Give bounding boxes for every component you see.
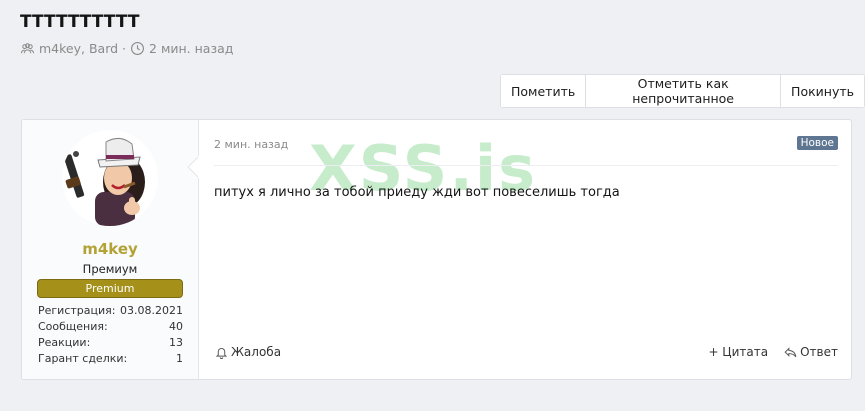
message-arrow [187, 156, 199, 178]
reply-label: Ответ [800, 345, 838, 359]
new-badge: Новое [796, 136, 838, 150]
stat-guarantee: Гарант сделки: 1 [38, 351, 183, 367]
stat-value: 1 [176, 352, 183, 365]
clock-icon [131, 42, 145, 55]
avatar[interactable] [62, 130, 158, 226]
quote-link[interactable]: + Цитата [708, 345, 768, 359]
thread-actions: Пометить Отметить как непрочитанное Поки… [500, 74, 865, 108]
reply-link[interactable]: Ответ [784, 345, 838, 359]
report-label: Жалоба [231, 345, 282, 359]
stat-label: Сообщения: [38, 320, 108, 333]
footer-actions: + Цитата Ответ [708, 345, 838, 359]
message-cell: XSS.is 2 мин. назад Новое питух я лично … [199, 120, 851, 379]
meta-separator: · [122, 41, 127, 56]
stat-value: 13 [169, 336, 183, 349]
message-body: питух я лично за тобой приеду жди вот по… [214, 185, 620, 200]
mark-unread-button[interactable]: Отметить как непрочитанное [586, 75, 782, 107]
mark-button[interactable]: Пометить [501, 75, 587, 107]
stat-messages: Сообщения: 40 [38, 319, 183, 335]
thread-participants[interactable]: m4key, Bard [39, 41, 118, 56]
user-stats: Регистрация: 03.08.2021 Сообщения: 40 Ре… [38, 303, 183, 367]
bell-icon [215, 347, 228, 359]
stat-reactions: Реакции: 13 [38, 335, 183, 351]
user-cell: m4key Премиум Premium Регистрация: 03.08… [22, 120, 199, 379]
page-title: TTTTTTTTTT [20, 12, 140, 32]
leave-button[interactable]: Покинуть [781, 75, 864, 107]
stat-value: 03.08.2021 [120, 304, 183, 317]
stat-registration: Регистрация: 03.08.2021 [38, 303, 183, 319]
username[interactable]: m4key [22, 240, 198, 258]
thread-time[interactable]: 2 мин. назад [149, 41, 233, 56]
quote-label: + Цитата [708, 345, 769, 359]
stat-label: Регистрация: [38, 304, 116, 317]
message-divider [214, 165, 838, 166]
thread-meta: m4key, Bard · 2 мин. назад [20, 41, 233, 56]
users-icon [20, 43, 35, 54]
report-link[interactable]: Жалоба [215, 345, 281, 359]
message-time[interactable]: 2 мин. назад [214, 138, 288, 151]
avatar-illustration [63, 138, 145, 226]
user-title: Премиум [82, 262, 138, 276]
user-banner: Premium [37, 279, 183, 298]
stat-value[interactable]: 40 [169, 319, 183, 335]
message-footer: Жалоба + Цитата Ответ [215, 345, 838, 359]
stat-label: Реакции: [38, 336, 91, 349]
message-post: m4key Премиум Premium Регистрация: 03.08… [21, 119, 852, 380]
reply-icon [784, 346, 797, 357]
stat-label: Гарант сделки: [38, 352, 128, 365]
